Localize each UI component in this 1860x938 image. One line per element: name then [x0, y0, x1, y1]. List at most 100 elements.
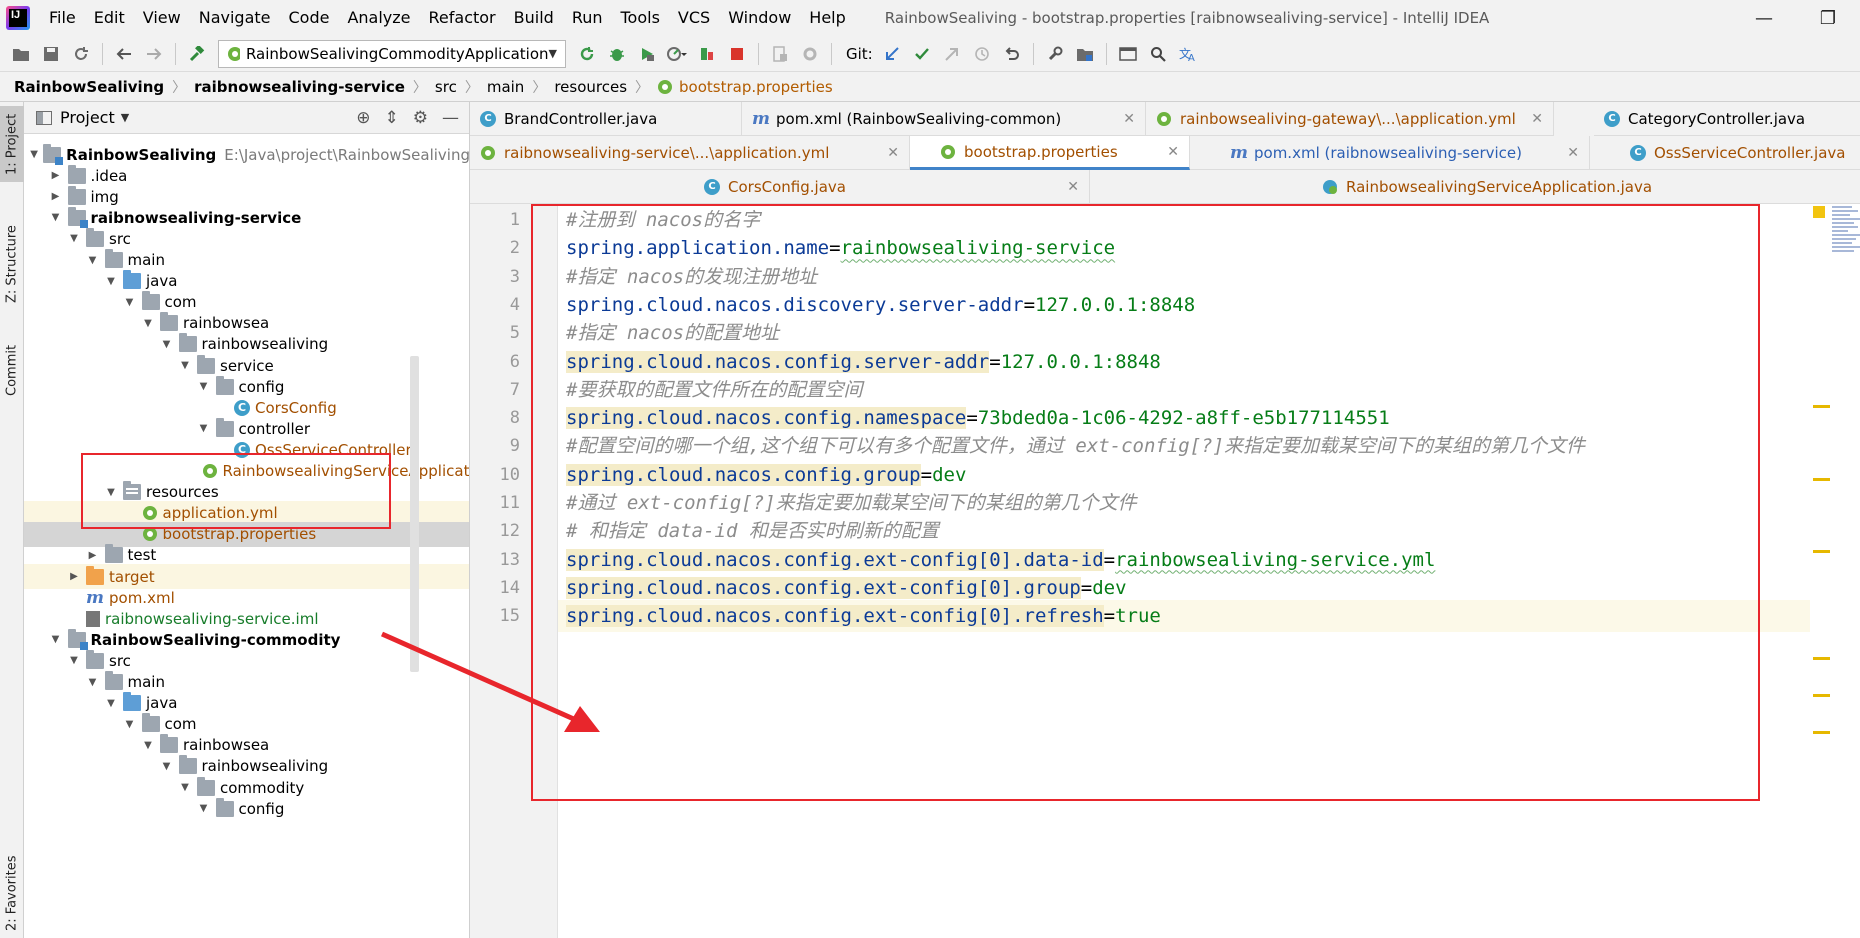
project-structure-folder-icon[interactable]	[1070, 39, 1100, 69]
expanded-caret-icon[interactable]: ▼	[67, 233, 81, 244]
breadcrumb-item[interactable]: raibnowsealiving-service	[194, 78, 405, 96]
tab-oss-service-controller[interactable]: C OssServiceController.java	[1590, 136, 1860, 170]
expanded-caret-icon[interactable]: ▼	[178, 782, 192, 793]
code-comment-line[interactable]: #要获取的配置文件所在的配置空间	[566, 374, 862, 406]
expanded-caret-icon[interactable]: ▼	[178, 360, 192, 371]
code-property-line[interactable]: spring.cloud.nacos.config.server-addr=12…	[566, 346, 1161, 378]
tree-package[interactable]: ▼ config	[24, 796, 469, 821]
sync-icon[interactable]	[66, 39, 96, 69]
warning-marker[interactable]	[1813, 478, 1830, 481]
menu-edit[interactable]: Edit	[85, 0, 134, 36]
expanded-caret-icon[interactable]: ▼	[67, 655, 81, 666]
close-icon[interactable]: ✕	[1567, 145, 1579, 161]
collapsed-caret-icon[interactable]: ▶	[49, 170, 63, 181]
tab-gateway-application-yml[interactable]: rainbowsealiving-gateway\...\application…	[1146, 102, 1554, 136]
code-comment-line[interactable]: # 和指定 data-id 和是否实时刷新的配置	[566, 515, 939, 547]
tab-category-controller[interactable]: C CategoryController.java	[1594, 102, 1860, 136]
tab-pom-common[interactable]: m pom.xml (RainbowSealiving-common) ✕	[742, 102, 1146, 136]
breadcrumb-item[interactable]: src	[435, 78, 457, 96]
warning-marker[interactable]	[1813, 550, 1830, 553]
code-property-line[interactable]: spring.cloud.nacos.config.ext-config[0].…	[566, 572, 1127, 604]
tool-window-tab-project[interactable]: 1: Project	[0, 106, 24, 182]
expanded-caret-icon[interactable]: ▼	[86, 677, 100, 688]
breadcrumb-item-current[interactable]: bootstrap.properties	[657, 78, 833, 96]
menu-analyze[interactable]: Analyze	[338, 0, 419, 36]
tab-bootstrap-properties[interactable]: bootstrap.properties ✕	[910, 136, 1190, 170]
back-arrow-icon[interactable]	[109, 39, 139, 69]
code-property-line[interactable]: spring.cloud.nacos.discovery.server-addr…	[566, 289, 1195, 321]
inspection-warning-icon[interactable]	[1813, 206, 1825, 218]
project-structure-icon[interactable]	[765, 39, 795, 69]
git-rollback-icon[interactable]	[997, 39, 1027, 69]
tab-service-application-yml[interactable]: raibnowsealiving-service\...\application…	[470, 136, 910, 170]
tab-service-application[interactable]: RainbowsealivingServiceApplication.java	[1090, 170, 1860, 204]
tab-brand-controller[interactable]: C BrandController.java	[470, 102, 742, 136]
tab-pom-service[interactable]: m pom.xml (raibnowsealiving-service) ✕	[1190, 136, 1590, 170]
expanded-caret-icon[interactable]: ▼	[86, 255, 100, 266]
menu-run[interactable]: Run	[563, 0, 612, 36]
expanded-caret-icon[interactable]: ▼	[160, 761, 174, 772]
git-push-icon[interactable]	[937, 39, 967, 69]
menu-code[interactable]: Code	[280, 0, 339, 36]
expanded-caret-icon[interactable]: ▼	[49, 212, 63, 223]
minimize-button[interactable]: —	[1732, 0, 1796, 36]
expanded-caret-icon[interactable]: ▼	[141, 318, 155, 329]
tool-window-tab-favorites[interactable]: 2: Favorites	[0, 848, 24, 938]
translate-icon[interactable]: 文A	[1173, 39, 1203, 69]
attach-debugger-icon[interactable]	[692, 39, 722, 69]
close-icon[interactable]: ✕	[1067, 179, 1079, 195]
expanded-caret-icon[interactable]: ▼	[197, 423, 211, 434]
run-configuration-select[interactable]: RainbowSealivingCommodityApplication ▼	[218, 39, 566, 68]
profile-icon[interactable]	[662, 39, 692, 69]
code-property-line[interactable]: spring.cloud.nacos.config.ext-config[0].…	[566, 600, 1161, 632]
code-property-line[interactable]: spring.cloud.nacos.config.ext-config[0].…	[566, 544, 1435, 576]
expanded-caret-icon[interactable]: ▼	[141, 740, 155, 751]
tool-window-tab-structure[interactable]: Z: Structure	[0, 214, 24, 314]
settings-sync-icon[interactable]	[795, 39, 825, 69]
code-comment-line[interactable]: #注册到 nacos的名字	[566, 204, 760, 236]
menu-vcs[interactable]: VCS	[669, 0, 719, 36]
project-panel-title[interactable]: Project	[60, 108, 115, 127]
collapsed-caret-icon[interactable]: ▶	[86, 550, 100, 561]
chevron-down-icon[interactable]: ▼	[121, 111, 129, 124]
menu-view[interactable]: View	[134, 0, 190, 36]
expanded-caret-icon[interactable]: ▼	[123, 719, 137, 730]
menu-build[interactable]: Build	[505, 0, 563, 36]
locate-target-icon[interactable]: ⊕	[356, 108, 370, 128]
collapse-all-icon[interactable]: ⇕	[385, 108, 399, 128]
wrench-settings-icon[interactable]	[1040, 39, 1070, 69]
collapsed-caret-icon[interactable]: ▶	[49, 191, 63, 202]
build-hammer-icon[interactable]	[182, 39, 212, 69]
warning-marker[interactable]	[1813, 657, 1830, 660]
rerun-icon[interactable]	[572, 39, 602, 69]
code-property-line[interactable]: spring.application.name=rainbowsealiving…	[566, 232, 1115, 264]
open-folder-icon[interactable]	[6, 39, 36, 69]
expanded-caret-icon[interactable]: ▼	[104, 276, 118, 287]
stop-icon[interactable]	[722, 39, 752, 69]
expanded-caret-icon[interactable]: ▼	[49, 634, 63, 645]
code-property-line[interactable]: spring.cloud.nacos.config.group=dev	[566, 459, 966, 491]
expanded-caret-icon[interactable]: ▼	[123, 297, 137, 308]
tool-window-tab-commit[interactable]: Commit	[0, 330, 24, 410]
git-history-icon[interactable]	[967, 39, 997, 69]
expanded-caret-icon[interactable]: ▼	[30, 149, 38, 160]
breadcrumb-item[interactable]: resources	[554, 78, 627, 96]
run-with-coverage-icon[interactable]	[632, 39, 662, 69]
warning-marker[interactable]	[1813, 405, 1830, 408]
tab-cors-config[interactable]: C CorsConfig.java ✕	[470, 170, 1090, 204]
gear-icon[interactable]: ⚙	[413, 108, 428, 128]
git-commit-icon[interactable]	[907, 39, 937, 69]
expanded-caret-icon[interactable]: ▼	[104, 698, 118, 709]
git-update-icon[interactable]	[877, 39, 907, 69]
warning-marker[interactable]	[1813, 731, 1830, 734]
code-editor[interactable]: 1 2 3 4 5 6 7 8 9 10 11 12 13 14 15 #注册到 nacos的名字 sprin…	[470, 204, 1860, 938]
close-icon[interactable]: ✕	[1123, 111, 1135, 127]
expanded-caret-icon[interactable]: ▼	[197, 803, 211, 814]
menu-navigate[interactable]: Navigate	[190, 0, 280, 36]
breadcrumb-item[interactable]: main	[487, 78, 524, 96]
expanded-caret-icon[interactable]: ▼	[160, 339, 174, 350]
close-icon[interactable]: ✕	[1531, 111, 1543, 127]
code-comment-line[interactable]: #配置空间的哪一个组,这个组下可以有多个配置文件，通过 ext-config[?…	[566, 430, 1585, 462]
expanded-caret-icon[interactable]: ▼	[197, 381, 211, 392]
code-comment-line[interactable]: #指定 nacos的发现注册地址	[566, 261, 817, 293]
